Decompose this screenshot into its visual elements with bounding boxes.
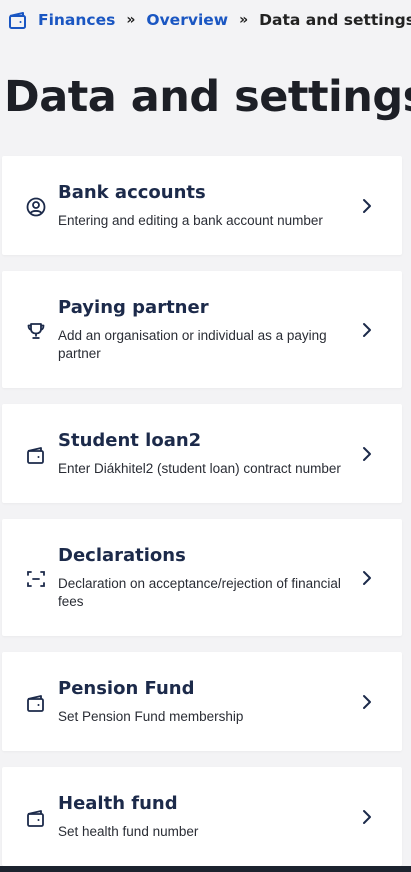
card-description: Enter Diákhitel2 (student loan) contract…: [58, 461, 341, 476]
chevron-right-icon: [360, 321, 374, 339]
chevron-right-icon: [360, 445, 374, 463]
card-description: Set health fund number: [58, 824, 199, 839]
breadcrumb-separator: »: [126, 12, 136, 28]
chevron-right-icon: [360, 808, 374, 826]
breadcrumb-current: Data and settings: [259, 11, 411, 29]
card-description: Add an organisation or individual as a p…: [58, 328, 327, 361]
card-title: Health fund: [58, 793, 178, 814]
breadcrumb: Finances » Overview » Data and settings: [0, 0, 411, 40]
card-student-loan[interactable]: Student loan2 Enter Diákhitel2 (student …: [2, 404, 402, 503]
breadcrumb-link-finances[interactable]: Finances: [38, 11, 115, 29]
card-title: Paying partner: [58, 297, 209, 318]
card-title: Pension Fund: [58, 678, 195, 699]
card-description: Declaration on acceptance/rejection of f…: [58, 576, 341, 609]
bottom-edge-bar: [0, 866, 411, 872]
card-health-fund[interactable]: Health fund Set health fund number: [2, 767, 402, 866]
user-circle-icon: [26, 197, 46, 217]
breadcrumb-separator: »: [239, 12, 249, 28]
wallet-icon: [26, 445, 46, 465]
chevron-right-icon: [360, 197, 374, 215]
breadcrumb-link-overview[interactable]: Overview: [146, 11, 228, 29]
card-paying-partner[interactable]: Paying partner Add an organisation or in…: [2, 271, 402, 388]
chevron-right-icon: [360, 693, 374, 711]
card-pension-fund[interactable]: Pension Fund Set Pension Fund membership: [2, 652, 402, 751]
scan-frame-icon: [26, 569, 46, 589]
card-title: Declarations: [58, 545, 186, 566]
card-bank-accounts[interactable]: Bank accounts Entering and editing a ban…: [2, 156, 402, 255]
wallet-icon: [26, 693, 46, 713]
wallet-icon: [8, 10, 28, 30]
card-title: Bank accounts: [58, 182, 206, 203]
chevron-right-icon: [360, 569, 374, 587]
page-title: Data and settings: [4, 72, 411, 122]
card-declarations[interactable]: Declarations Declaration on acceptance/r…: [2, 519, 402, 636]
wallet-icon: [26, 808, 46, 828]
card-description: Entering and editing a bank account numb…: [58, 213, 323, 228]
card-description: Set Pension Fund membership: [58, 709, 244, 724]
trophy-icon: [26, 321, 46, 341]
card-title: Student loan2: [58, 430, 202, 451]
